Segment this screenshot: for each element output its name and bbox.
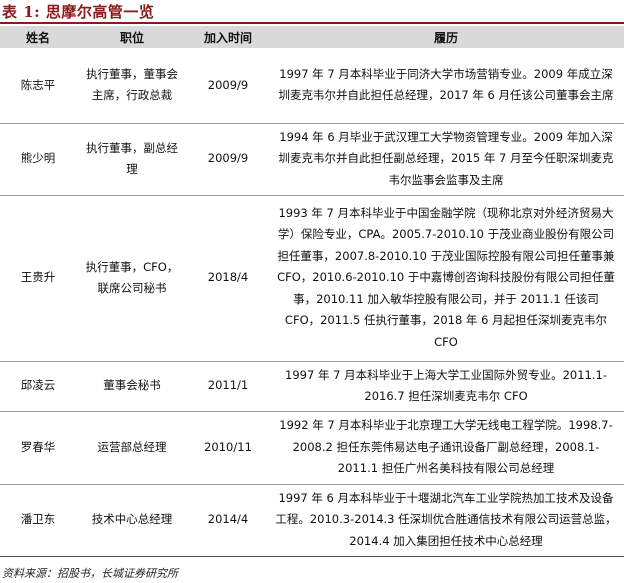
cell-name: 罗春华: [20, 439, 56, 454]
cell-resume: 1997 年 7 月本科毕业于同济大学市场营销专业。2009 年成立深圳麦克韦尔…: [278, 66, 614, 103]
cell-position: 执行董事，CFO，联席公司秘书: [85, 259, 179, 296]
cell-resume: 1994 年 6 月毕业于武汉理工大学物资管理专业。2009 年加入深圳麦克韦尔…: [278, 129, 614, 187]
table-row: 王贵升 执行董事，CFO，联席公司秘书 2018/4 1993 年 7 月本科毕…: [0, 195, 624, 361]
cell-joined: 2010/11: [204, 439, 252, 454]
table-row: 罗春华 运营部总经理 2010/11 1992 年 7 月本科毕业于北京理工大学…: [0, 411, 624, 484]
cell-joined: 2018/4: [207, 270, 249, 285]
cell-name: 王贵升: [20, 270, 56, 285]
cell-position: 执行董事，董事会主席，行政总裁: [86, 66, 178, 103]
header-joined: 加入时间: [203, 30, 252, 45]
cell-joined: 2009/9: [207, 151, 249, 166]
cell-resume: 1997 年 7 月本科毕业于上海大学工业国际外贸专业。2011.1-2016.…: [285, 367, 607, 404]
cell-resume: 1997 年 6 月本科毕业于十堰湖北汽车工业学院热加工技术及设备工程。2010…: [275, 490, 617, 548]
cell-resume: 1992 年 7 月本科毕业于北京理工大学无线电工程学院。1998.7-2008…: [279, 418, 613, 476]
cell-position: 运营部总经理: [97, 439, 167, 454]
title-bar: 表 1: 思摩尔高管一览: [0, 0, 624, 24]
cell-name: 潘卫东: [20, 512, 56, 527]
table-row: 潘卫东 技术中心总经理 2014/4 1997 年 6 月本科毕业于十堰湖北汽车…: [0, 484, 624, 556]
cell-position: 董事会秘书: [103, 378, 161, 393]
table-title: 表 1: 思摩尔高管一览: [2, 3, 155, 21]
table-row: 邱凌云 董事会秘书 2011/1 1997 年 7 月本科毕业于上海大学工业国际…: [0, 361, 624, 411]
cell-joined: 2009/9: [207, 77, 249, 92]
cell-name: 邱凌云: [20, 378, 56, 393]
cell-joined: 2014/4: [207, 512, 249, 527]
cell-position: 执行董事，副总经理: [86, 140, 178, 177]
executives-table: 姓名 职位 加入时间 履历 陈志平 执行董事，董事会主席，行政总裁 2009/9…: [0, 26, 624, 557]
header-row: 姓名 职位 加入时间 履历: [0, 26, 624, 48]
table-row: 陈志平 执行董事，董事会主席，行政总裁 2009/9 1997 年 7 月本科毕…: [0, 48, 624, 123]
cell-resume: 1993 年 7 月本科毕业于中国金融学院（现称北京对外经济贸易大学）保险专业，…: [277, 205, 615, 349]
header-name: 姓名: [25, 30, 50, 45]
table-row: 熊少明 执行董事，副总经理 2009/9 1994 年 6 月毕业于武汉理工大学…: [0, 123, 624, 195]
cell-name: 陈志平: [20, 77, 56, 92]
cell-position: 技术中心总经理: [91, 512, 173, 527]
header-position: 职位: [119, 30, 144, 45]
cell-name: 熊少明: [20, 151, 56, 166]
source-note: 资料来源：招股书，长城证券研究所: [2, 567, 178, 580]
header-resume: 履历: [433, 30, 458, 45]
cell-joined: 2011/1: [207, 378, 249, 393]
